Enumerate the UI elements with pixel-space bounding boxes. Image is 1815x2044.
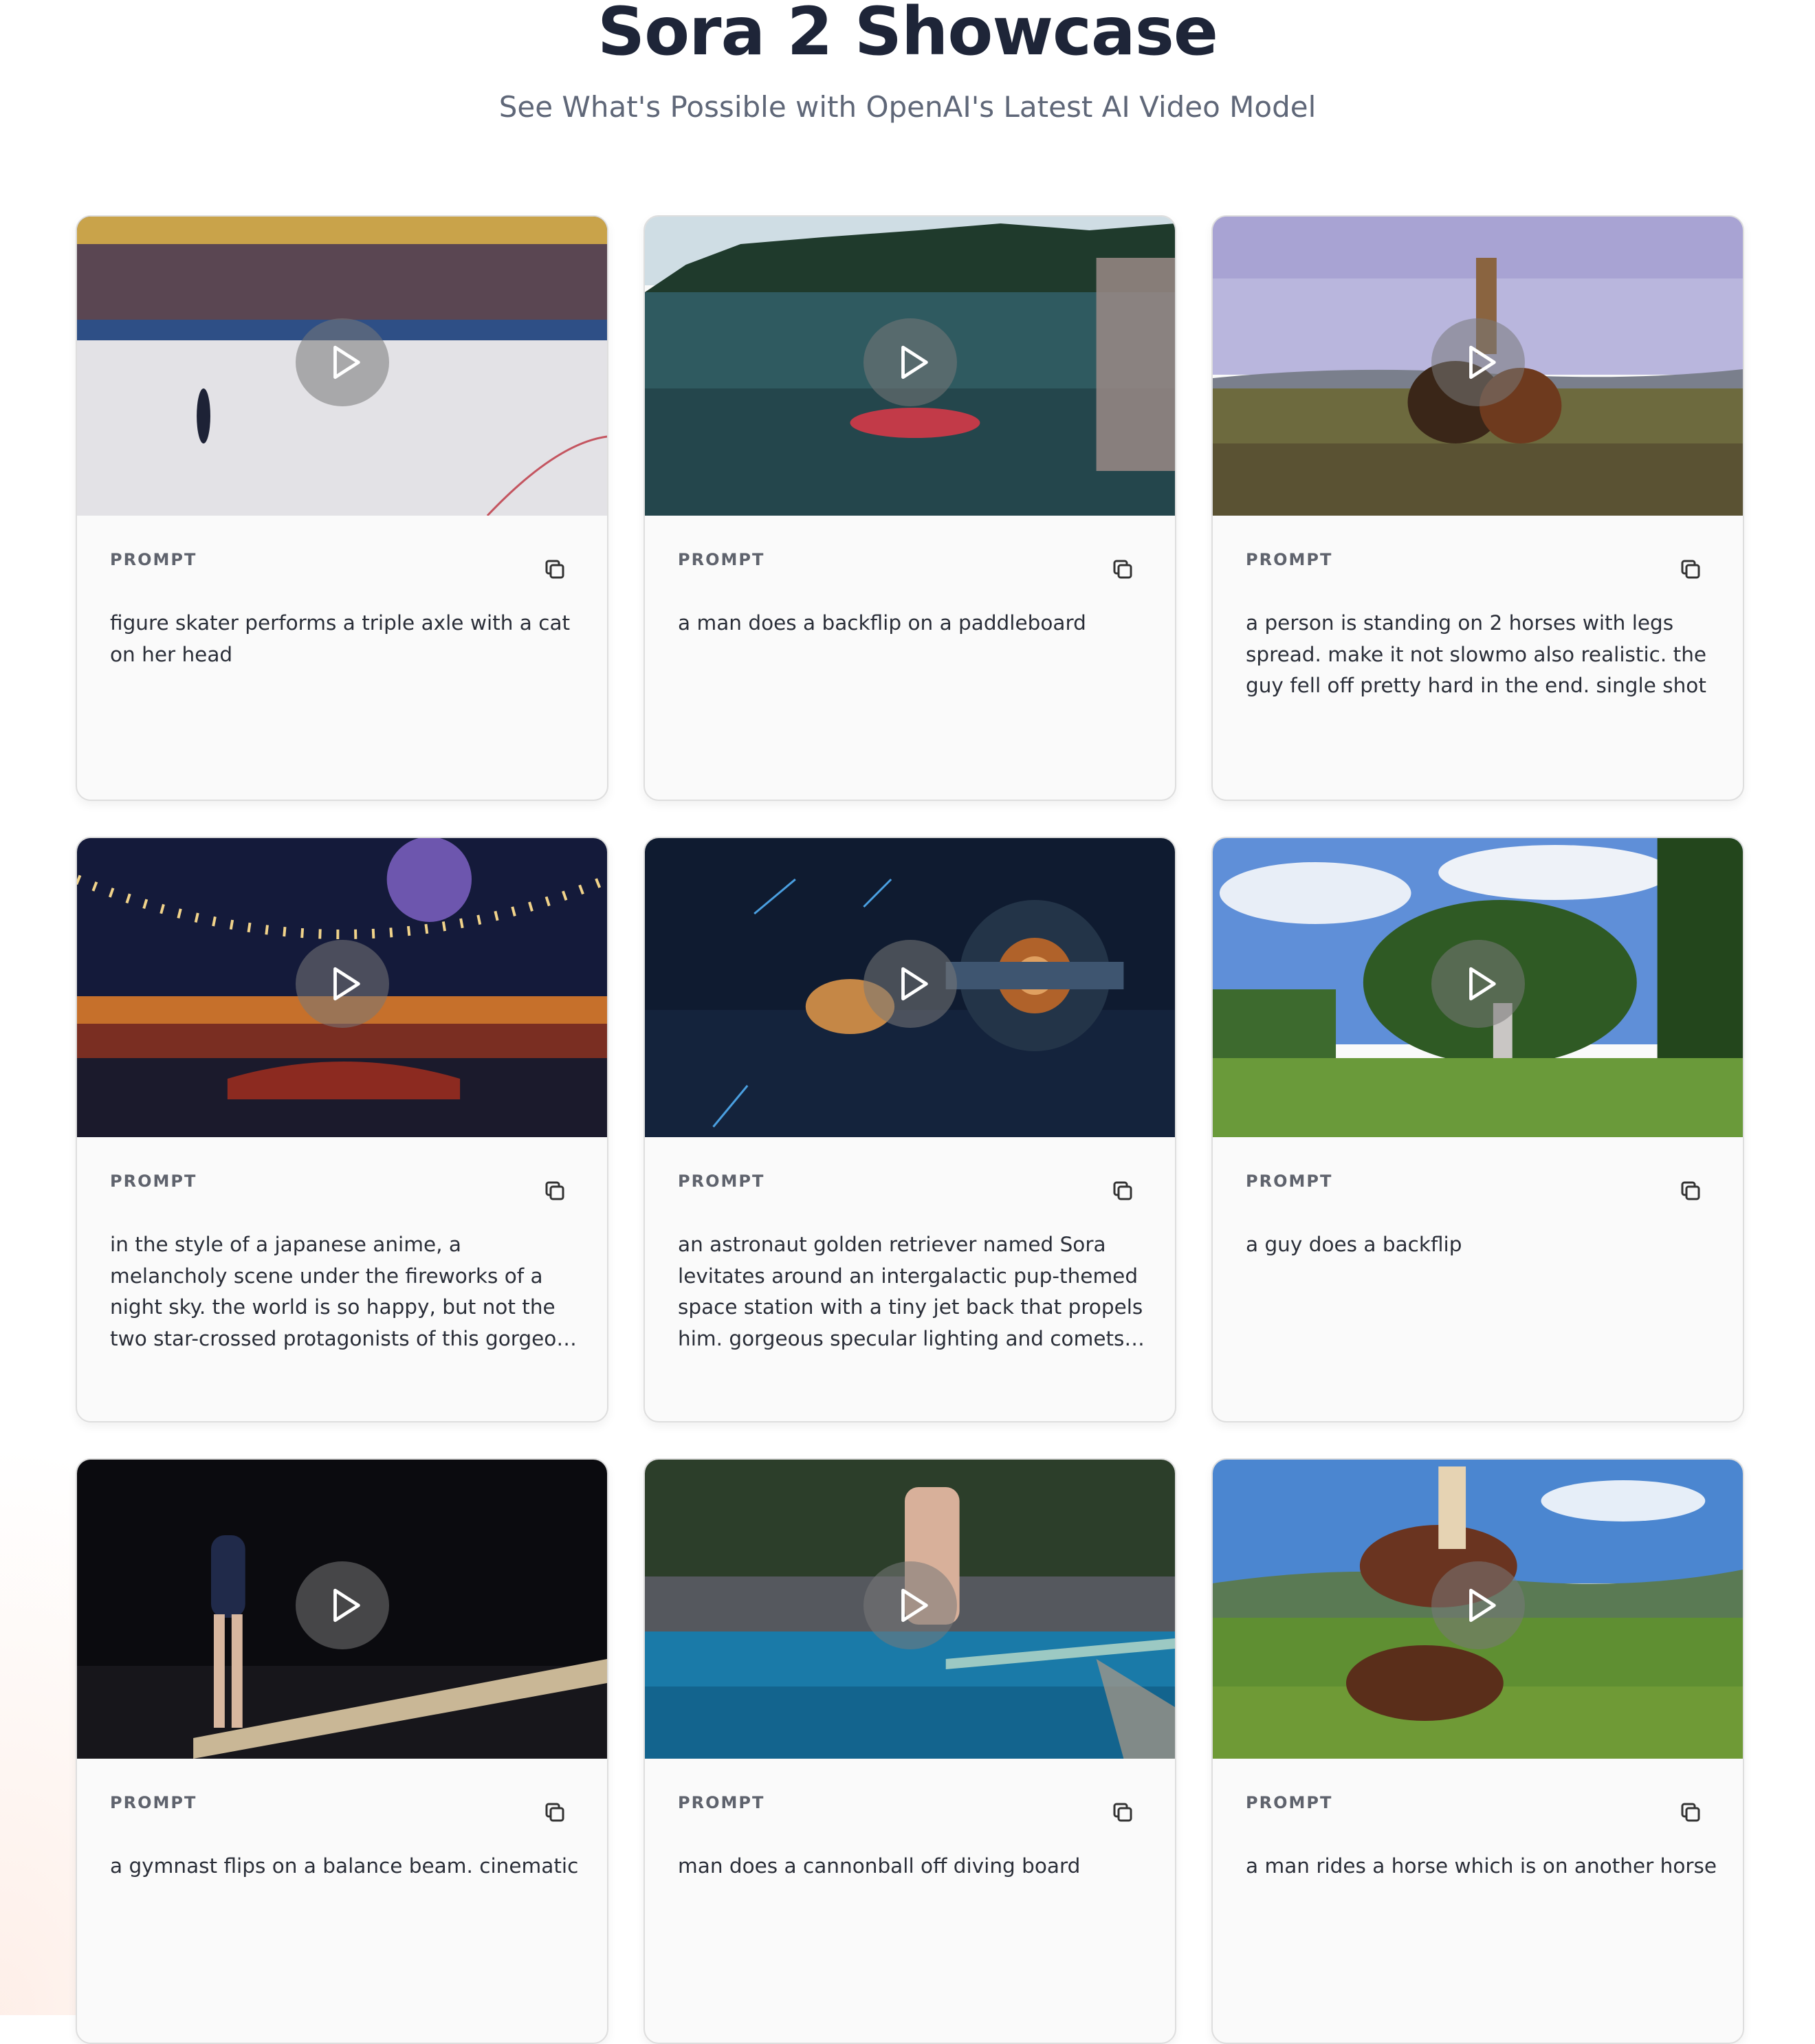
copy-icon[interactable] <box>542 1800 567 1825</box>
card-body: PROMPT man does a cannonball off diving … <box>645 1759 1175 2043</box>
prompt-label: PROMPT <box>1246 1172 1333 1191</box>
copy-icon[interactable] <box>1678 1800 1703 1825</box>
video-card: PROMPT a gymnast flips on a balance beam… <box>76 1458 608 2044</box>
card-body: PROMPT a person is standing on 2 horses … <box>1213 516 1743 800</box>
play-icon <box>901 967 928 1001</box>
prompt-label: PROMPT <box>110 1172 197 1191</box>
prompt-text: a guy does a backflip <box>1246 1233 1462 1256</box>
prompt-text: in the style of a japanese anime, a mela… <box>110 1233 580 1350</box>
copy-icon[interactable] <box>542 1178 567 1203</box>
video-thumbnail[interactable] <box>645 1460 1175 1759</box>
prompt-text: a man does a backflip on a paddleboard <box>678 611 1086 635</box>
play-icon <box>901 345 928 380</box>
prompt-label: PROMPT <box>678 1793 765 1812</box>
video-thumbnail[interactable] <box>77 1460 607 1759</box>
copy-icon[interactable] <box>1678 1178 1703 1203</box>
prompt-label: PROMPT <box>678 1172 765 1191</box>
play-icon <box>333 345 360 380</box>
card-body: PROMPT a man does a backflip on a paddle… <box>645 516 1175 800</box>
video-card: PROMPT in the style of a japanese anime,… <box>76 837 608 1422</box>
prompt-text: figure skater performs a triple axle wit… <box>110 611 571 666</box>
play-icon <box>1469 1588 1496 1623</box>
video-thumbnail[interactable] <box>645 838 1175 1137</box>
copy-icon[interactable] <box>1110 557 1135 582</box>
prompt-label: PROMPT <box>678 550 765 569</box>
video-card: PROMPT figure skater performs a triple a… <box>76 215 608 801</box>
play-icon <box>333 967 360 1001</box>
card-body: PROMPT a guy does a backflip <box>1213 1137 1743 1421</box>
page-subtitle: See What's Possible with OpenAI's Latest… <box>498 90 1317 124</box>
video-thumbnail[interactable] <box>1213 1460 1743 1759</box>
play-button[interactable] <box>1431 1561 1525 1649</box>
play-icon <box>1469 967 1496 1001</box>
prompt-label: PROMPT <box>1246 550 1333 569</box>
video-card: PROMPT man does a cannonball off diving … <box>644 1458 1176 2044</box>
video-card: PROMPT a guy does a backflip <box>1211 837 1744 1422</box>
prompt-text: man does a cannonball off diving board <box>678 1854 1081 1878</box>
play-button[interactable] <box>296 940 389 1028</box>
prompt-label: PROMPT <box>110 550 197 569</box>
card-body: PROMPT a gymnast flips on a balance beam… <box>77 1759 607 2043</box>
card-body: PROMPT a man rides a horse which is on a… <box>1213 1759 1743 2043</box>
video-thumbnail[interactable] <box>77 217 607 516</box>
play-icon <box>1469 345 1496 380</box>
play-button[interactable] <box>1431 940 1525 1028</box>
video-thumbnail[interactable] <box>1213 838 1743 1137</box>
video-card: PROMPT a person is standing on 2 horses … <box>1211 215 1744 801</box>
video-grid: PROMPT figure skater performs a triple a… <box>76 215 1744 2044</box>
card-body: PROMPT in the style of a japanese anime,… <box>77 1137 607 1421</box>
copy-icon[interactable] <box>1110 1178 1135 1203</box>
play-button[interactable] <box>296 318 389 406</box>
prompt-text: a gymnast flips on a balance beam. cinem… <box>110 1854 579 1878</box>
copy-icon[interactable] <box>1110 1800 1135 1825</box>
card-body: PROMPT an astronaut golden retriever nam… <box>645 1137 1175 1421</box>
copy-icon[interactable] <box>1678 557 1703 582</box>
play-button[interactable] <box>864 940 957 1028</box>
play-button[interactable] <box>296 1561 389 1649</box>
play-button[interactable] <box>864 1561 957 1649</box>
prompt-text: an astronaut golden retriever named Sora… <box>678 1233 1143 1350</box>
video-card: PROMPT a man does a backflip on a paddle… <box>644 215 1176 801</box>
play-icon <box>333 1588 360 1623</box>
prompt-text: a person is standing on 2 horses with le… <box>1246 611 1707 697</box>
prompt-text: a man rides a horse which is on another … <box>1246 1854 1717 1878</box>
page-title: Sora 2 Showcase <box>597 0 1218 70</box>
video-card: PROMPT a man rides a horse which is on a… <box>1211 1458 1744 2044</box>
play-button[interactable] <box>1431 318 1525 406</box>
card-body: PROMPT figure skater performs a triple a… <box>77 516 607 800</box>
prompt-label: PROMPT <box>110 1793 197 1812</box>
play-icon <box>901 1588 928 1623</box>
prompt-label: PROMPT <box>1246 1793 1333 1812</box>
play-button[interactable] <box>864 318 957 406</box>
video-thumbnail[interactable] <box>1213 217 1743 516</box>
video-thumbnail[interactable] <box>645 217 1175 516</box>
video-thumbnail[interactable] <box>77 838 607 1137</box>
video-card: PROMPT an astronaut golden retriever nam… <box>644 837 1176 1422</box>
copy-icon[interactable] <box>542 557 567 582</box>
